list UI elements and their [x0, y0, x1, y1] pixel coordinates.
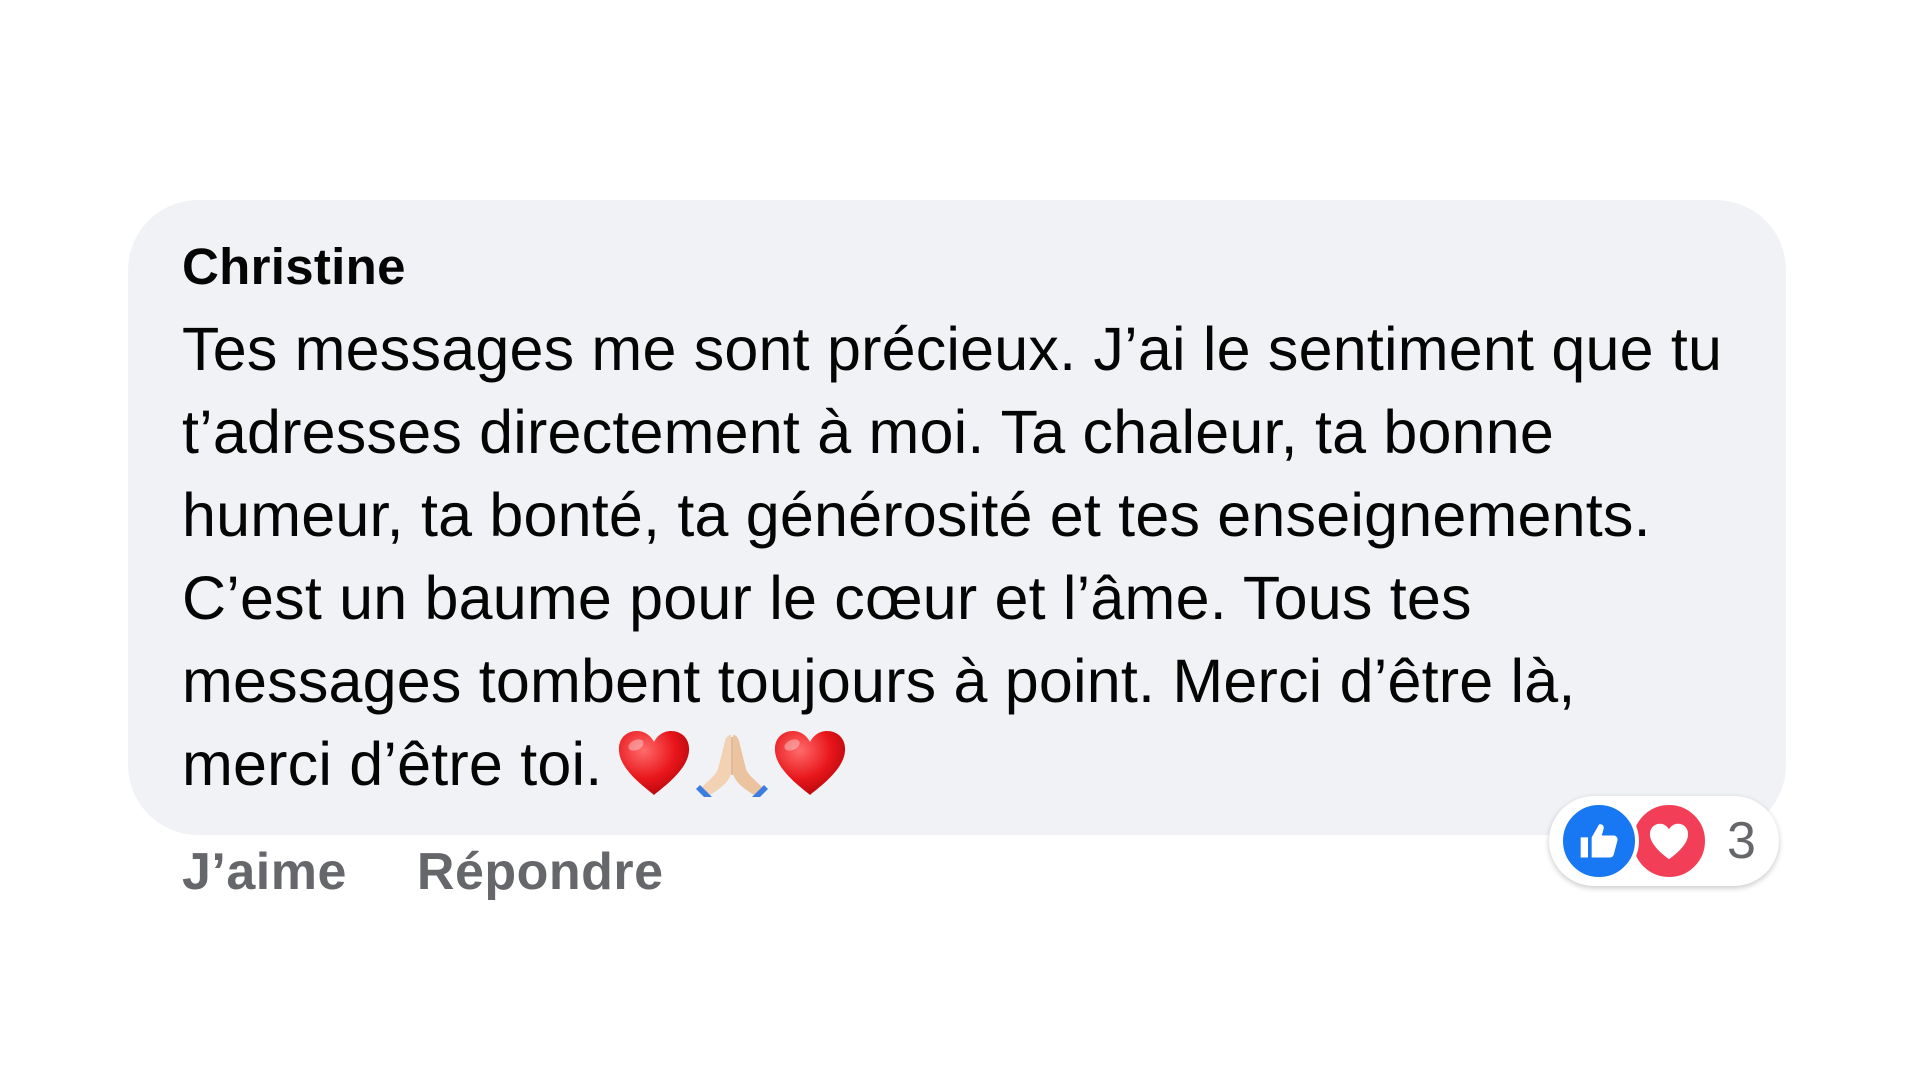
emoji-group [616, 729, 848, 797]
author-name[interactable]: Christine [182, 236, 1734, 298]
reaction-count: 3 [1727, 812, 1756, 870]
heart-emoji [775, 731, 846, 795]
heart-emoji [619, 731, 690, 795]
comment-bubble: Christine Tes messages me sont précieux.… [128, 200, 1786, 835]
like-button[interactable]: J’aime [182, 842, 347, 902]
reactions-summary[interactable]: 3 [1549, 796, 1779, 886]
comment-body: Tes messages me sont précieux. J’ai le s… [182, 308, 1742, 806]
folded-hands-emoji [696, 735, 769, 797]
thumbs-up-icon [1559, 801, 1639, 881]
comment-view: Christine Tes messages me sont précieux.… [0, 0, 1920, 1080]
heart-icon [1629, 801, 1709, 881]
reply-button[interactable]: Répondre [417, 842, 664, 902]
comment-text: Tes messages me sont précieux. J’ai le s… [182, 315, 1723, 798]
comment-actions: J’aime Répondre [182, 842, 664, 902]
